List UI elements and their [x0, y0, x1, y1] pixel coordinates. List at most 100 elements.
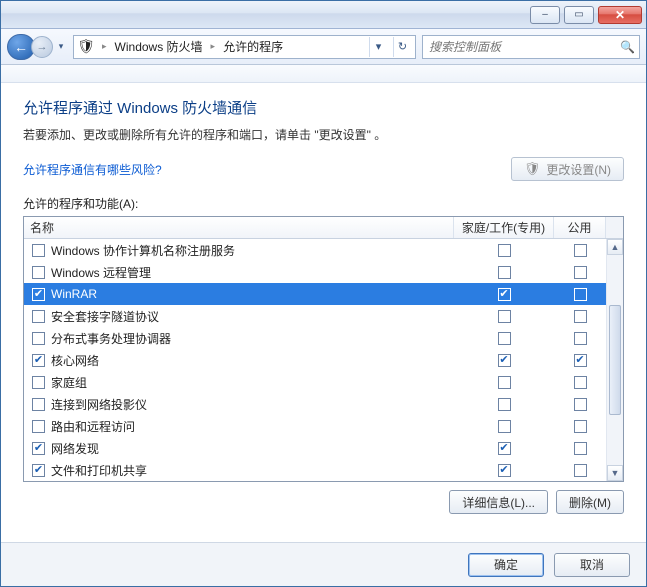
details-button[interactable]: 详细信息(L)...	[449, 490, 548, 514]
enable-checkbox[interactable]	[32, 354, 45, 367]
program-name: Windows 协作计算机名称注册服务	[51, 242, 235, 259]
table-row[interactable]: 分布式事务处理协调器	[24, 327, 606, 349]
public-checkbox[interactable]	[574, 266, 587, 279]
home-work-checkbox[interactable]	[498, 310, 511, 323]
public-checkbox[interactable]	[574, 376, 587, 389]
column-header-name[interactable]: 名称	[24, 217, 454, 238]
home-work-checkbox[interactable]	[498, 244, 511, 257]
dialog-footer: 确定 取消	[1, 542, 646, 586]
public-checkbox[interactable]	[574, 354, 587, 367]
public-checkbox[interactable]	[574, 464, 587, 477]
program-name: Windows 远程管理	[51, 264, 151, 281]
forward-button[interactable]: →	[31, 36, 53, 58]
enable-checkbox[interactable]	[32, 244, 45, 257]
scroll-track[interactable]	[607, 255, 623, 465]
minimize-button[interactable]: –	[530, 6, 560, 24]
close-icon: ✕	[615, 8, 625, 22]
remove-button[interactable]: 删除(M)	[556, 490, 624, 514]
enable-checkbox[interactable]	[32, 288, 45, 301]
scroll-down-button[interactable]: ▼	[607, 465, 623, 481]
home-work-checkbox[interactable]	[498, 464, 511, 477]
table-row[interactable]: 安全套接字隧道协议	[24, 305, 606, 327]
list-rows: Windows 协作计算机名称注册服务 Windows 远程管理 WinRAR 安全套…	[24, 239, 606, 481]
change-settings-label: 更改设置(N)	[546, 161, 611, 178]
home-work-checkbox[interactable]	[498, 266, 511, 279]
search-icon: 🔍	[620, 40, 635, 54]
table-row[interactable]: 家庭组	[24, 371, 606, 393]
program-name: 安全套接字隧道协议	[51, 308, 159, 325]
home-work-checkbox[interactable]	[498, 398, 511, 411]
search-box[interactable]: 🔍	[422, 35, 640, 59]
enable-checkbox[interactable]	[32, 442, 45, 455]
home-work-checkbox[interactable]	[498, 332, 511, 345]
scroll-thumb[interactable]	[609, 305, 621, 415]
breadcrumb-sep-icon: ▸	[211, 41, 216, 52]
nav-buttons: ← → ▾	[7, 34, 67, 60]
program-name: 家庭组	[51, 374, 87, 391]
table-row[interactable]: 文件和打印机共享	[24, 459, 606, 481]
nav-history-dropdown[interactable]: ▾	[55, 36, 67, 58]
minimize-icon: –	[542, 9, 548, 20]
table-row[interactable]: 连接到网络投影仪	[24, 393, 606, 415]
address-bar[interactable]: 🛡 ▸ Windows 防火墙 ▸ 允许的程序 ▾ ↻	[73, 35, 416, 59]
page-title: 允许程序通过 Windows 防火墙通信	[23, 97, 624, 118]
column-header-home-work[interactable]: 家庭/工作(专用)	[454, 217, 554, 238]
close-button[interactable]: ✕	[598, 6, 642, 24]
enable-checkbox[interactable]	[32, 376, 45, 389]
public-checkbox[interactable]	[574, 310, 587, 323]
table-row[interactable]: 路由和远程访问	[24, 415, 606, 437]
table-row[interactable]: Windows 协作计算机名称注册服务	[24, 239, 606, 261]
public-checkbox[interactable]	[574, 398, 587, 411]
enable-checkbox[interactable]	[32, 332, 45, 345]
public-checkbox[interactable]	[574, 244, 587, 257]
ok-button[interactable]: 确定	[468, 553, 544, 577]
maximize-icon: ▭	[574, 9, 583, 20]
list-header: 名称 家庭/工作(专用) 公用	[24, 217, 623, 239]
scroll-up-button[interactable]: ▲	[607, 239, 623, 255]
table-row[interactable]: WinRAR	[24, 283, 606, 305]
enable-checkbox[interactable]	[32, 420, 45, 433]
table-row[interactable]: 核心网络	[24, 349, 606, 371]
command-bar	[1, 65, 646, 83]
program-name: 核心网络	[51, 352, 99, 369]
home-work-checkbox[interactable]	[498, 442, 511, 455]
column-header-public[interactable]: 公用	[554, 217, 606, 238]
arrow-left-icon: ←	[14, 39, 28, 55]
program-name: 网络发现	[51, 440, 99, 457]
public-checkbox[interactable]	[574, 442, 587, 455]
program-name: 路由和远程访问	[51, 418, 135, 435]
home-work-checkbox[interactable]	[498, 376, 511, 389]
content-area: 允许程序通过 Windows 防火墙通信 若要添加、更改或删除所有允许的程序和端…	[1, 83, 646, 542]
address-dropdown[interactable]: ▾	[369, 37, 387, 57]
allowed-programs-list: 名称 家庭/工作(专用) 公用 Windows 协作计算机名称注册服务Windo…	[23, 216, 624, 482]
public-checkbox[interactable]	[574, 420, 587, 433]
enable-checkbox[interactable]	[32, 398, 45, 411]
refresh-button[interactable]: ↻	[393, 37, 411, 57]
home-work-checkbox[interactable]	[498, 420, 511, 433]
public-checkbox[interactable]	[574, 288, 587, 301]
enable-checkbox[interactable]	[32, 266, 45, 279]
change-settings-button[interactable]: 🛡 更改设置(N)	[511, 157, 624, 181]
breadcrumb-item-allowed[interactable]: 允许的程序	[223, 38, 283, 55]
arrow-right-icon: →	[37, 41, 48, 53]
titlebar: – ▭ ✕	[1, 1, 646, 29]
public-checkbox[interactable]	[574, 332, 587, 345]
breadcrumb-sep-icon: ▸	[102, 41, 107, 52]
home-work-checkbox[interactable]	[498, 354, 511, 367]
table-row[interactable]: Windows 远程管理	[24, 261, 606, 283]
risks-link[interactable]: 允许程序通信有哪些风险?	[23, 161, 162, 178]
program-name: 文件和打印机共享	[51, 462, 147, 479]
home-work-checkbox[interactable]	[498, 288, 511, 301]
enable-checkbox[interactable]	[32, 464, 45, 477]
table-row[interactable]: 网络发现	[24, 437, 606, 459]
program-name: 连接到网络投影仪	[51, 396, 147, 413]
search-input[interactable]	[427, 39, 616, 55]
vertical-scrollbar[interactable]: ▲ ▼	[606, 239, 623, 481]
shield-icon: 🛡	[78, 39, 94, 55]
maximize-button[interactable]: ▭	[564, 6, 594, 24]
breadcrumb-item-firewall[interactable]: Windows 防火墙	[115, 38, 203, 55]
program-name: WinRAR	[51, 287, 97, 301]
cancel-button[interactable]: 取消	[554, 553, 630, 577]
navbar: ← → ▾ 🛡 ▸ Windows 防火墙 ▸ 允许的程序 ▾ ↻ 🔍	[1, 29, 646, 65]
enable-checkbox[interactable]	[32, 310, 45, 323]
